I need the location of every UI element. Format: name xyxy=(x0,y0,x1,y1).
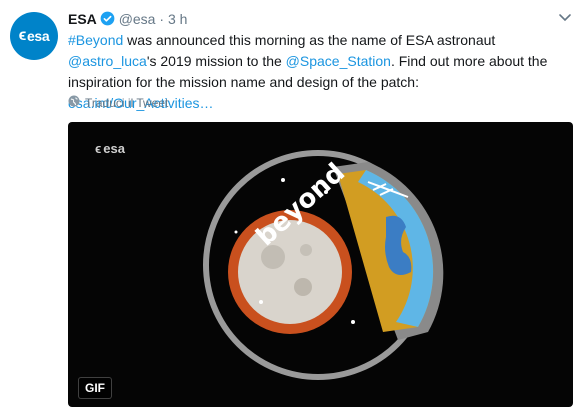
gif-badge: GIF xyxy=(78,377,112,399)
avatar[interactable]: ϵ esa xyxy=(10,12,58,60)
media-esa-logo: ϵ esa xyxy=(95,141,125,156)
author-handle[interactable]: @esa xyxy=(119,11,156,27)
esa-logo-icon: ϵ xyxy=(18,27,27,44)
translate-tweet-link[interactable]: Traduci il Tweet xyxy=(68,95,168,110)
translate-label: Traduci il Tweet xyxy=(85,95,169,110)
chevron-down-icon[interactable] xyxy=(556,8,574,26)
globe-icon xyxy=(68,95,80,110)
tweet-link[interactable]: @Space_Station xyxy=(286,53,391,69)
tweet-timestamp[interactable]: 3 h xyxy=(168,11,187,27)
tweet-text-segment: 's 2019 mission to the xyxy=(146,53,286,69)
verified-icon xyxy=(100,11,115,30)
media-gif[interactable]: beyond ϵ esa GIF xyxy=(68,122,573,407)
tweet-link[interactable]: #Beyond xyxy=(68,32,123,48)
esa-logo-icon: ϵ xyxy=(95,141,102,156)
tweet-link[interactable]: @astro_luca xyxy=(68,53,147,69)
mission-patch-image: beyond xyxy=(203,150,444,380)
separator-dot: · xyxy=(159,11,165,27)
tweet-header: ESA @esa · 3 h xyxy=(68,10,187,30)
author-name[interactable]: ESA xyxy=(68,11,97,27)
tweet-text-segment: was announced this morning as the name o… xyxy=(123,32,496,48)
